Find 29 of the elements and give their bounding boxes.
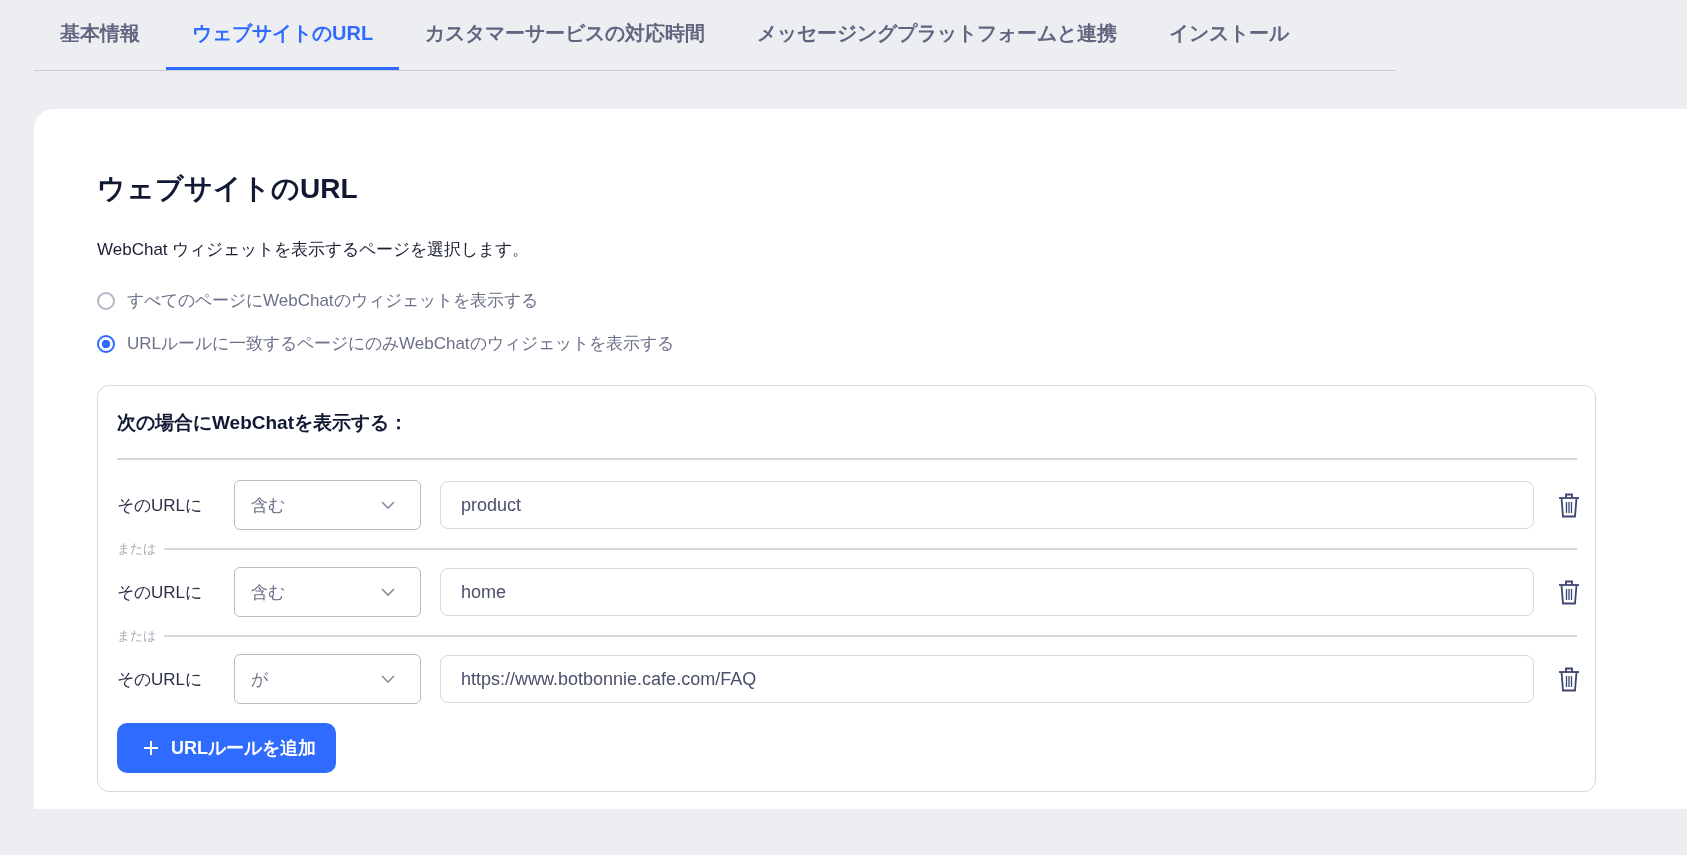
url-input-field[interactable]: product (440, 481, 1534, 529)
description: WebChat ウィジェットを表示するページを選択します。 (97, 239, 531, 261)
tab[interactable]: カスタマーサービスの対応時間 (399, 0, 732, 70)
rule-label: そのURLに (117, 494, 203, 517)
add-rule-button[interactable]: URLルールを追加 (117, 723, 336, 773)
operator-dropdown[interactable]: 含む (234, 480, 421, 530)
url-input-field[interactable]: https://www.botbonnie.cafe.com/FAQ (440, 655, 1534, 703)
operator-dropdown[interactable]: が (234, 654, 421, 704)
tab[interactable]: 基本情報 (34, 0, 166, 70)
trash-icon[interactable] (1558, 492, 1580, 518)
url-input-field[interactable]: home (440, 568, 1534, 616)
tab[interactable]: ウェブサイトのURL (166, 0, 400, 70)
rule-label: そのURLに (117, 581, 203, 604)
chevron-down-icon (380, 500, 396, 510)
operator-dropdown[interactable]: 含む (234, 567, 421, 617)
radio-button[interactable] (97, 291, 115, 310)
tab[interactable]: メッセージングプラットフォームと連携 (731, 0, 1144, 70)
tab[interactable]: インストール (1143, 0, 1316, 70)
rules-title: 次の場合にWebChatを表示する： (117, 411, 409, 435)
section-title: ウェブサイトのURL (97, 175, 359, 203)
chevron-down-icon (380, 674, 396, 684)
trash-icon[interactable] (1558, 666, 1580, 692)
trash-icon[interactable] (1558, 579, 1580, 605)
chevron-down-icon (380, 587, 396, 597)
radio-button[interactable] (97, 334, 115, 353)
plus-icon (143, 740, 159, 756)
or-label: または (117, 540, 156, 558)
or-label: または (117, 627, 156, 645)
rule-label: そのURLに (117, 668, 203, 691)
